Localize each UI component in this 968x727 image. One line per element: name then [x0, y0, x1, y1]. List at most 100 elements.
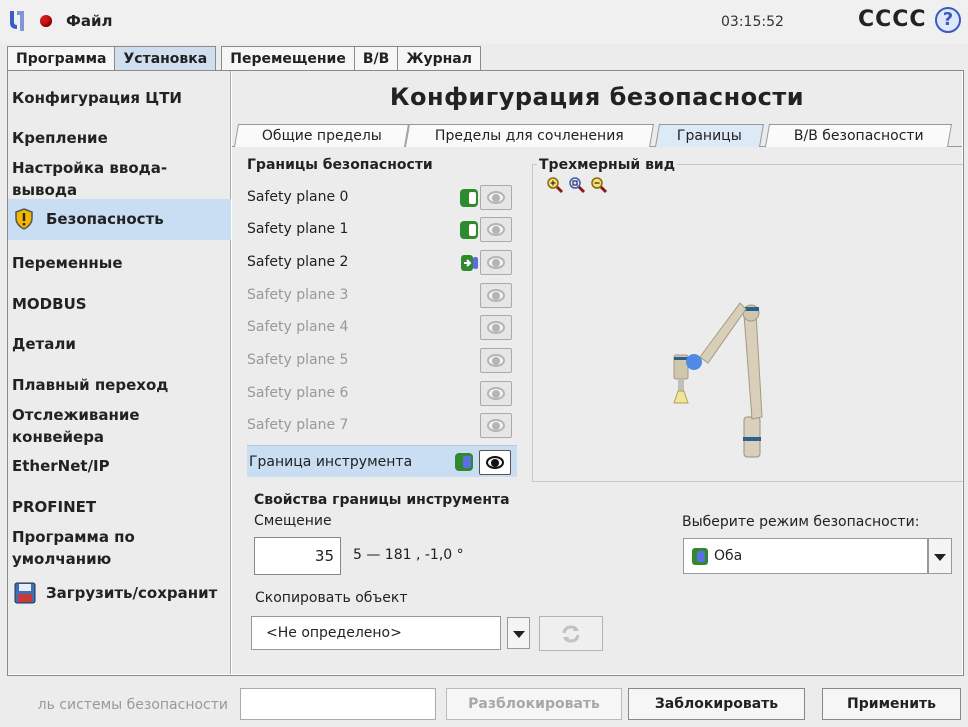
copy-object-label: Скопировать объект [255, 590, 408, 606]
safety-config-pane: Конфигурация безопасности Общие пределы … [232, 71, 963, 674]
zoom-fit-icon[interactable] [568, 176, 586, 194]
sidebar-item-safety[interactable]: Безопасность [8, 199, 231, 240]
page-title: Конфигурация безопасности [389, 83, 805, 111]
plane-row[interactable]: Safety plane 0 [247, 181, 517, 213]
main-tabs: Программа Установка Перемещение В/В Журн… [7, 46, 482, 71]
safety-mode-value: Оба [714, 548, 743, 564]
sidebar-item-conveyor-tracking[interactable]: Отслеживание конвейера [8, 404, 231, 448]
plane-row[interactable]: Safety plane 4 [247, 311, 517, 343]
offset-range: 5 — 181 , -1,0 ° [353, 547, 464, 563]
robot-status-icon[interactable] [40, 15, 52, 27]
chevron-down-icon[interactable] [507, 617, 530, 649]
tab-installation[interactable]: Установка [114, 46, 217, 71]
password-label: ль системы безопасности [37, 697, 228, 713]
boundaries-panel: Границы безопасности Safety plane 0 Safe… [232, 147, 963, 672]
tab-boundaries[interactable]: Границы [654, 124, 765, 147]
tool-boundary-mode-toggle[interactable] [455, 453, 473, 471]
lock-button[interactable]: Заблокировать [628, 688, 805, 720]
visibility-eye-button[interactable] [480, 413, 512, 438]
sidebar-item-default-program[interactable]: Программа по умолчанию [8, 526, 231, 570]
plane-label: Safety plane 6 [247, 385, 349, 401]
tool-boundary-row[interactable]: Граница инструмента [247, 445, 517, 477]
plane-row[interactable]: Safety plane 1 [247, 213, 517, 245]
robot-name: CCCC [858, 7, 927, 32]
zoom-in-icon[interactable] [546, 176, 564, 194]
zoom-out-icon[interactable] [590, 176, 608, 194]
clock: 03:15:52 [721, 14, 784, 30]
safety-mode-label: Выберите режим безопасности: [682, 514, 920, 530]
sidebar-item-load-save[interactable]: Загрузить/сохранит [8, 576, 231, 610]
sidebar-item-modbus[interactable]: MODBUS [8, 293, 231, 315]
visibility-eye-button[interactable] [480, 217, 512, 242]
plane-label: Safety plane 2 [247, 254, 349, 270]
tab-move[interactable]: Перемещение [221, 46, 355, 71]
plane-label: Safety plane 5 [247, 352, 349, 368]
sidebar-item-features[interactable]: Детали [8, 333, 231, 355]
plane-row[interactable]: Safety plane 6 [247, 377, 517, 409]
plane-mode-toggle[interactable] [460, 189, 478, 207]
help-icon[interactable]: ? [935, 7, 961, 33]
visibility-eye-button[interactable] [480, 381, 512, 406]
trigger-mode-icon[interactable] [460, 253, 480, 273]
floppy-disk-icon [14, 582, 36, 604]
sidebar-item-io-setup[interactable]: Настройка ввода-вывода [8, 157, 231, 201]
plane-label: Safety plane 0 [247, 189, 349, 205]
visibility-eye-button[interactable] [480, 250, 512, 275]
visibility-eye-button[interactable] [479, 450, 511, 475]
boundaries-header: Границы безопасности [247, 157, 433, 173]
polyscope-window: Файл 03:15:52 CCCC ? Программа Установка… [0, 0, 968, 727]
safety-subtabs: Общие пределы Пределы для сочленения Гра… [232, 124, 962, 147]
sidebar-item-variables[interactable]: Переменные [8, 252, 231, 274]
safety-password-input[interactable] [240, 688, 436, 720]
bottom-bar: ль системы безопасности Разблокировать З… [0, 678, 968, 727]
visibility-eye-button[interactable] [480, 315, 512, 340]
unlock-button[interactable]: Разблокировать [446, 688, 622, 720]
ur-logo-icon [10, 11, 24, 31]
tab-general-limits[interactable]: Общие пределы [233, 124, 410, 147]
apply-button[interactable]: Применить [822, 688, 961, 720]
tab-program[interactable]: Программа [7, 46, 116, 71]
3d-view-label: Трехмерный вид [537, 157, 678, 173]
installation-sidebar: Конфигурация ЦТИ Крепление Настройка вво… [8, 71, 231, 674]
tool-boundary-label: Граница инструмента [249, 454, 413, 470]
sidebar-item-ethernet-ip[interactable]: EtherNet/IP [8, 455, 231, 477]
offset-input[interactable]: 35 [254, 537, 341, 575]
plane-row[interactable]: Safety plane 3 [247, 279, 517, 311]
chevron-down-icon[interactable] [928, 538, 952, 574]
robot-3d-model [673, 302, 763, 458]
sidebar-item-mounting[interactable]: Крепление [8, 127, 231, 149]
refresh-icon [562, 625, 580, 643]
tool-props-header: Свойства границы инструмента [254, 492, 510, 508]
tab-label: В/В безопасности [793, 128, 924, 144]
tab-io[interactable]: В/В [353, 46, 399, 71]
tab-label: Пределы для сочленения [435, 128, 624, 144]
copy-object-select[interactable]: <Не определено> [251, 616, 501, 650]
sidebar-item-smooth-transition[interactable]: Плавный переход [8, 374, 231, 396]
offset-label: Смещение [254, 513, 332, 529]
sidebar-item-profinet[interactable]: PROFINET [8, 496, 231, 518]
header-bar: Файл 03:15:52 CCCC ? [0, 0, 968, 44]
tab-label: Общие пределы [261, 128, 382, 144]
plane-label: Safety plane 7 [247, 417, 349, 433]
visibility-eye-button[interactable] [480, 348, 512, 373]
visibility-eye-button[interactable] [480, 185, 512, 210]
tab-safety-io[interactable]: В/В безопасности [764, 124, 953, 147]
plane-mode-toggle[interactable] [460, 221, 478, 239]
plane-label: Safety plane 4 [247, 319, 349, 335]
refresh-button[interactable] [539, 616, 603, 651]
file-menu[interactable]: Файл [66, 12, 113, 30]
plane-row[interactable]: Safety plane 2 [247, 246, 517, 278]
tab-label: Границы [676, 128, 742, 144]
sidebar-item-label: Загрузить/сохранит [46, 584, 218, 602]
plane-label: Safety plane 3 [247, 287, 349, 303]
mode-indicator-icon [692, 548, 708, 565]
sidebar-item-label: Безопасность [46, 210, 164, 228]
sidebar-item-tcp-config[interactable]: Конфигурация ЦТИ [8, 87, 231, 109]
tab-log[interactable]: Журнал [397, 46, 482, 71]
visibility-eye-button[interactable] [480, 283, 512, 308]
tab-joint-limits[interactable]: Пределы для сочленения [404, 124, 655, 147]
plane-label: Safety plane 1 [247, 221, 349, 237]
plane-row[interactable]: Safety plane 7 [247, 409, 517, 441]
safety-mode-select[interactable]: Оба [683, 538, 928, 574]
plane-row[interactable]: Safety plane 5 [247, 344, 517, 376]
